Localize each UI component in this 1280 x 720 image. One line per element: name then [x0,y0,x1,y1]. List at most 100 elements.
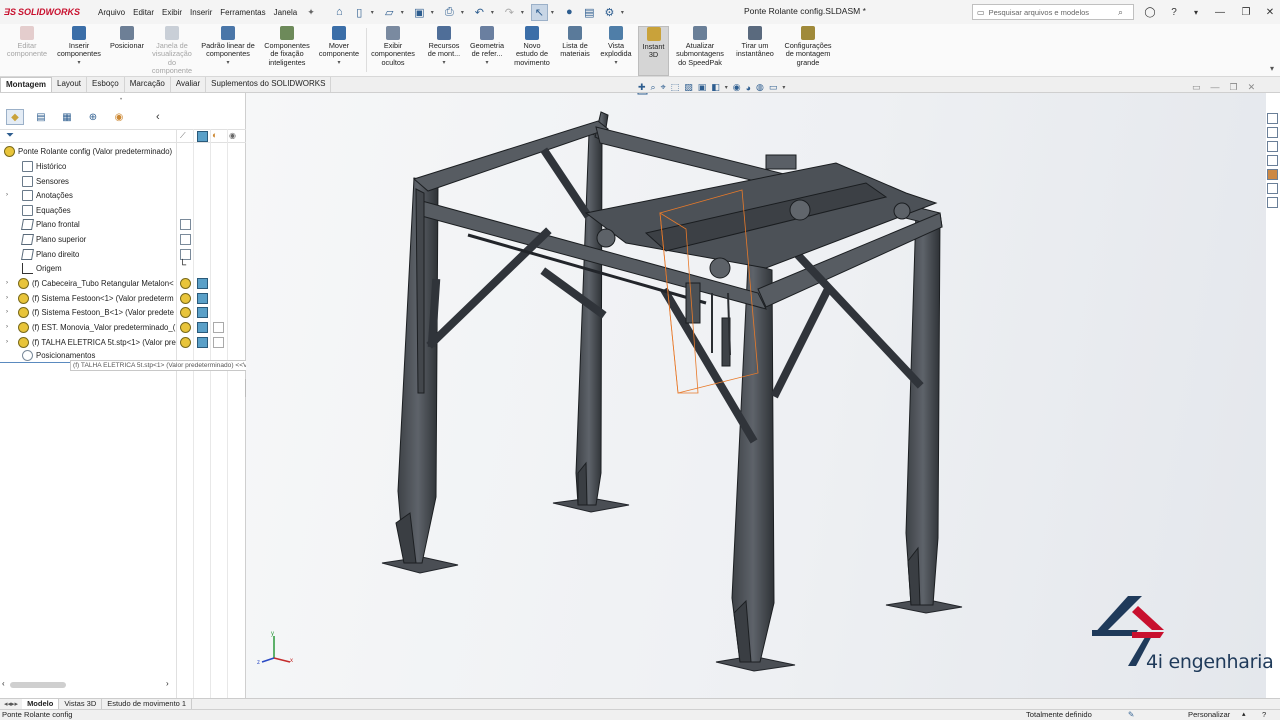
large-assembly-settings-button[interactable]: Configurações de montagem grande [780,26,836,67]
viewport-close-icon[interactable]: ✕ [1248,82,1256,93]
options-gear-icon[interactable]: ⚙ [601,4,618,21]
ribbon-expand-icon[interactable]: ▾ [1270,64,1274,73]
horizontal-scrollbar-thumb[interactable] [10,682,66,688]
menu-arquivo[interactable]: Arquivo [94,8,129,17]
design-library-icon[interactable] [1267,127,1278,138]
component-preview-window-button[interactable]: Janela de visualização do componente [150,26,194,76]
display-state-icon[interactable] [197,337,208,348]
tab-modelo[interactable]: Modelo [22,699,60,709]
transparency-icon[interactable] [213,322,224,333]
print-dropdown-icon[interactable]: ▾ [461,9,464,16]
move-component-button[interactable]: Mover componente ▾ [316,26,362,67]
traffic-light-icon[interactable]: ● [561,4,578,21]
redo-icon[interactable]: ↷ [501,4,518,21]
menu-janela[interactable]: Janela [270,8,302,17]
exploded-view-button[interactable]: Vista explodida ▾ [596,26,636,67]
tree-item-plano-frontal[interactable]: Plano frontal [0,217,176,231]
tab-marcacao[interactable]: Marcação [125,77,171,92]
tab-esboco[interactable]: Esboço [87,77,125,92]
mate-button[interactable]: Posicionar [108,26,146,50]
dynamic-annotation-icon[interactable]: ▨ [684,82,693,93]
plane-visibility-icon[interactable] [180,219,191,230]
tab-estudo-movimento[interactable]: Estudo de movimento 1 [102,699,193,709]
view-settings-dropdown-icon[interactable]: ▾ [782,84,785,91]
select-cursor-icon[interactable]: ↖ [530,3,548,21]
filter-icon[interactable]: ⏷ [6,130,14,141]
component-state-icon[interactable] [180,322,191,333]
tree-expander-icon[interactable]: › [2,295,12,301]
plane-visibility-icon[interactable] [180,234,191,245]
linear-component-pattern-button[interactable]: Padrão linear de componentes ▾ [198,26,258,67]
tab-vistas-3d[interactable]: Vistas 3D [59,699,103,709]
tree-item-plano-superior[interactable]: Plano superior [0,232,176,246]
component-state-icon[interactable] [180,293,191,304]
rebuild-status-icon[interactable]: ✎ [1128,710,1134,719]
display-state-icon[interactable] [197,322,208,333]
tree-expander-icon[interactable]: › [2,339,12,345]
insert-components-button[interactable]: Inserir componentes ▾ [54,26,104,67]
origin-visibility-icon[interactable]: └ [179,260,186,271]
menu-exibir[interactable]: Exibir [158,8,186,17]
zoom-to-fit-icon[interactable]: ✚ [638,82,646,93]
solidworks-resources-icon[interactable] [1267,113,1278,124]
tree-item-sistema-festoon[interactable]: › (f) Sistema Festoon<1> (Valor predeter… [0,291,176,305]
tab-suplementos[interactable]: Suplementos do SOLIDWORKS [206,77,332,92]
tree-expander-icon[interactable]: › [2,324,12,330]
reference-geometry-dropdown-icon[interactable]: ▾ [485,59,488,67]
display-manager-tab-icon[interactable]: ◉ [110,109,128,125]
solidworks-logo[interactable]: ƎS SOLIDWORKS [4,7,80,17]
scroll-right-icon[interactable]: › [166,679,169,688]
new-motion-study-button[interactable]: Novo estudo de movimento [510,26,554,67]
custom-properties-icon[interactable] [1267,183,1278,194]
close-icon[interactable]: ✕ [1262,4,1278,20]
options-dropdown-icon[interactable]: ▾ [621,9,624,16]
save-icon[interactable]: ▣ [411,4,428,21]
exploded-view-dropdown-icon[interactable]: ▾ [614,59,617,67]
instant-3d-button[interactable]: Instant 3D [638,26,669,76]
tree-item-equacoes[interactable]: Equações [0,203,176,217]
panel-grip-icon[interactable]: • [120,97,122,103]
help-dropdown-icon[interactable]: ▾ [1188,4,1204,20]
undo-dropdown-icon[interactable]: ▾ [491,9,494,16]
tree-item-sistema-festoon-b[interactable]: › (f) Sistema Festoon_B<1> (Valor predet… [0,305,176,319]
tree-item-origem[interactable]: Origem [0,261,176,275]
take-snapshot-button[interactable]: Tirar um instantâneo [732,26,778,59]
search-input[interactable]: Pesquisar arquivos e modelos [989,8,1089,17]
tree-item-sensores[interactable]: Sensores [0,174,176,188]
transparency-icon[interactable] [213,337,224,348]
tree-item-anotacoes[interactable]: › Anotações [0,188,176,202]
bill-of-materials-button[interactable]: Lista de materiais [556,26,594,59]
show-hidden-components-button[interactable]: Exibir componentes ocultos [368,26,418,67]
file-explorer-icon[interactable] [1267,141,1278,152]
assembly-features-dropdown-icon[interactable]: ▾ [442,59,445,67]
tree-expander-icon[interactable]: › [2,280,12,286]
tab-avaliar[interactable]: Avaliar [171,77,207,92]
move-component-dropdown-icon[interactable]: ▾ [337,59,340,67]
assembly-features-button[interactable]: Recursos de mont... ▾ [422,26,466,67]
display-style-icon[interactable]: ◧ [711,82,720,93]
plane-visibility-icon[interactable] [180,249,191,260]
view-palette-icon[interactable] [1267,155,1278,166]
tree-item-cabeceira[interactable]: › (f) Cabeceira_Tubo Retangular Metalon< [0,276,176,290]
menu-inserir[interactable]: Inserir [186,8,216,17]
view-orientation-icon[interactable]: ▣ [698,82,707,93]
restore-icon[interactable]: ❐ [1238,4,1254,20]
hide-show-items-icon[interactable]: ◉ [733,82,741,93]
collapse-panel-icon[interactable]: ‹ [156,111,160,123]
pin-icon[interactable]: ✦ [307,7,315,18]
configuration-manager-tab-icon[interactable]: ▦ [58,109,76,125]
appearances-icon[interactable] [1267,169,1278,180]
previous-view-icon[interactable]: ⌖ [661,82,666,93]
tree-item-historico[interactable]: Histórico [0,159,176,173]
component-state-icon[interactable] [180,307,191,318]
file-properties-icon[interactable]: ▤ [581,4,598,21]
tab-layout[interactable]: Layout [52,77,88,92]
search-icon[interactable]: ⌕ [1118,7,1123,18]
smart-fasteners-button[interactable]: Componentes de fixação inteligentes [260,26,314,67]
undo-icon[interactable]: ↶ [471,4,488,21]
user-icon[interactable]: ◯ [1142,4,1158,20]
update-speedpak-button[interactable]: Atualizar submontagens do SpeedPak [672,26,728,67]
save-dropdown-icon[interactable]: ▾ [431,9,434,16]
display-state-icon[interactable] [197,307,208,318]
tree-item-root-assembly[interactable]: Ponte Rolante config (Valor predetermina… [0,144,176,158]
